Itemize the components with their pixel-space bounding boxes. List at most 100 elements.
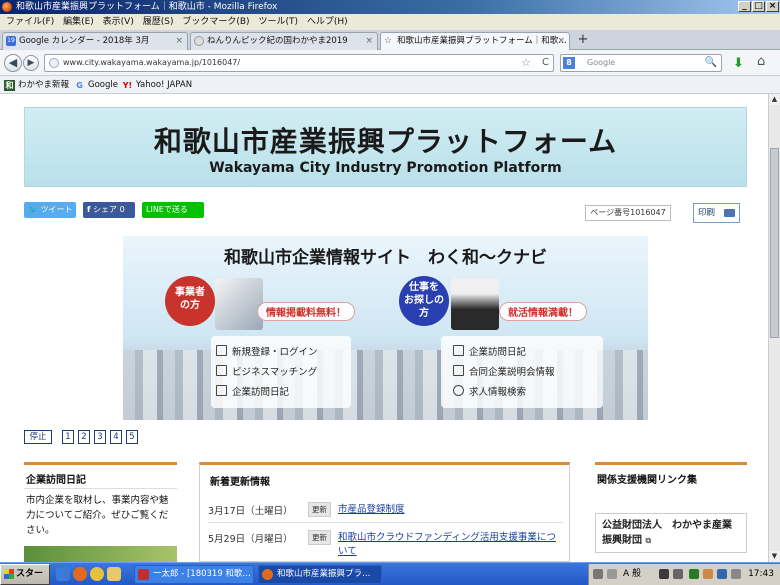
close-tab-icon[interactable]: ×	[175, 33, 183, 49]
news-link[interactable]: 和歌山市クラウドファンディング活用支援事業について	[338, 531, 563, 559]
firefox-task-icon	[262, 569, 273, 580]
site-header-banner[interactable]: 和歌山市産業振興プラットフォーム Wakayama City Industry …	[24, 107, 747, 187]
reload-icon[interactable]: C	[542, 55, 549, 71]
hero-link-diary-left[interactable]: 企業訪問日記	[216, 384, 289, 398]
menu-edit[interactable]: 編集(E)	[63, 17, 94, 27]
new-tab-button[interactable]: +	[574, 33, 592, 49]
window-titlebar: 和歌山市産業振興プラットフォーム｜和歌山市 - Mozilla Firefox …	[0, 0, 780, 14]
tray-app-icon[interactable]	[673, 569, 683, 579]
page-scrollbar[interactable]: ▲ ▼	[768, 94, 780, 562]
hero-slider[interactable]: 和歌山市企業情報サイト わく和～クナビ 事業者 の方 情報掲載料無料！ 新規登録…	[123, 236, 648, 420]
scroll-down-icon[interactable]: ▼	[769, 551, 780, 562]
bookmark-star-icon[interactable]: ☆	[521, 55, 531, 71]
bookmark-yahoo[interactable]: Y! Yahoo! JAPAN	[122, 76, 192, 94]
tweet-button[interactable]: 🐦 ツイート	[24, 202, 76, 218]
keyboard-icon[interactable]	[593, 569, 603, 579]
taskbar-ichitaro[interactable]: 一太郎 - [180319 和歌…	[134, 565, 254, 584]
news-link[interactable]: 市産品登録制度	[338, 503, 563, 517]
ime-mode[interactable]: A 般	[623, 564, 641, 585]
menu-file[interactable]: ファイル(F)	[6, 17, 54, 27]
visit-diary-image[interactable]	[24, 546, 177, 562]
printer-icon	[724, 209, 735, 217]
hero-link-job-search[interactable]: 求人情報検索	[453, 384, 526, 398]
slider-stop-button[interactable]: 停止	[24, 430, 52, 444]
bookmark-label: わかやま新報	[18, 80, 70, 90]
update-badge: 更新	[308, 530, 331, 545]
slider-page-2[interactable]: 2	[78, 430, 90, 444]
scroll-up-icon[interactable]: ▲	[769, 94, 780, 105]
window-title: 和歌山市産業振興プラットフォーム｜和歌山市 - Mozilla Firefox	[16, 2, 278, 12]
yahoo-icon: Y!	[122, 81, 133, 90]
news-date: 5月29日（月曜日）	[208, 534, 293, 545]
search-box[interactable]: 8 Google 🔍	[560, 54, 722, 72]
start-button[interactable]: スタート	[0, 564, 50, 585]
download-icon[interactable]: ⬇	[733, 56, 744, 71]
chrome-icon[interactable]	[90, 567, 104, 581]
support-org-link[interactable]: 公益財団法人 わかやま産業振興財団 ⧉	[595, 513, 747, 553]
line-share-button[interactable]: LINEで送る	[142, 202, 204, 218]
tab-label: Google カレンダー - 2018年 3月	[19, 36, 150, 46]
slider-page-1[interactable]: 1	[62, 430, 74, 444]
org-label: 公益財団法人 わかやま産業振興財団	[602, 520, 732, 546]
slider-page-5[interactable]: 5	[126, 430, 138, 444]
handshake-photo	[215, 278, 263, 330]
bookmark-google[interactable]: G Google	[74, 76, 118, 94]
scroll-thumb[interactable]	[770, 148, 779, 338]
globe-icon	[49, 58, 59, 68]
tab-label: ねんりんピック紀の国わかやま2019	[207, 36, 348, 46]
close-tab-icon[interactable]: ×	[557, 33, 565, 49]
link-label: 企業訪問日記	[469, 347, 527, 358]
tray-app-icon[interactable]	[703, 569, 713, 579]
jobseeker-circle: 仕事を お探しの 方	[399, 276, 449, 326]
notebook-icon	[216, 385, 227, 396]
tray-app-icon[interactable]	[659, 569, 669, 579]
ie-icon[interactable]	[56, 567, 70, 581]
slider-page-3[interactable]: 3	[94, 430, 106, 444]
news-box: 新着更新情報 3月17日（土曜日） 更新 市産品登録制度 5月29日（月曜日） …	[199, 462, 570, 562]
facebook-share-button[interactable]: f シェア 0	[83, 202, 135, 218]
maximize-button[interactable]: □	[752, 1, 765, 12]
folder-icon[interactable]	[107, 567, 121, 581]
volume-icon[interactable]	[731, 569, 741, 579]
minimize-button[interactable]: _	[738, 1, 751, 12]
menu-view[interactable]: 表示(V)	[103, 17, 134, 27]
menu-history[interactable]: 履歴(S)	[143, 17, 174, 27]
hero-link-briefing[interactable]: 合同企業説明会情報	[453, 364, 555, 378]
menu-bookmarks[interactable]: ブックマーク(B)	[182, 17, 249, 27]
tab-wakayama-platform[interactable]: ☆ 和歌山市産業振興プラットフォーム｜和歌… ×	[380, 32, 570, 51]
page-number: ページ番号1016047	[585, 205, 671, 221]
google-icon: G	[76, 81, 83, 90]
network-icon[interactable]	[717, 569, 727, 579]
clock: 17:43	[748, 569, 774, 579]
chart-icon	[216, 365, 227, 376]
home-icon[interactable]: ⌂	[757, 54, 765, 69]
hero-link-register[interactable]: 新規登録・ログイン	[216, 344, 318, 358]
print-button[interactable]: 印刷	[693, 203, 740, 223]
ime-icon[interactable]	[607, 569, 617, 579]
tab-google-calendar[interactable]: 19 Google カレンダー - 2018年 3月 ×	[2, 32, 188, 50]
menu-help[interactable]: ヘルプ(H)	[307, 17, 348, 27]
google-search-engine-icon[interactable]: 8	[563, 57, 575, 69]
address-bar[interactable]: www.city.wakayama.wakayama.jp/1016047/ ☆…	[44, 54, 554, 72]
close-window-button[interactable]: ×	[766, 1, 779, 12]
visit-diary-title[interactable]: 企業訪問日記	[24, 465, 177, 489]
bookmarks-toolbar: 和 わかやま新報 G Google Y! Yahoo! JAPAN	[0, 76, 780, 94]
news-item: 5月29日（月曜日） 更新 和歌山市クラウドファンディング活用支援事業について	[208, 530, 563, 561]
search-icon[interactable]: 🔍	[705, 55, 717, 71]
hero-link-diary-right[interactable]: 企業訪問日記	[453, 344, 526, 358]
tab-label: 和歌山市産業振興プラットフォーム｜和歌…	[397, 36, 567, 46]
taskbar-firefox[interactable]: 和歌山市産業振興プラ…	[258, 565, 382, 584]
firefox-quicklaunch-icon[interactable]	[73, 567, 87, 581]
site-title: 和歌山市産業振興プラットフォーム	[153, 125, 618, 158]
hero-link-matching[interactable]: ビジネスマッチング	[216, 364, 317, 378]
back-button[interactable]: ◀	[4, 54, 22, 72]
slider-page-4[interactable]: 4	[110, 430, 122, 444]
calendar-icon: 19	[6, 36, 16, 46]
tray-app-icon[interactable]	[689, 569, 699, 579]
tab-nenrinpic[interactable]: ねんりんピック紀の国わかやま2019 ×	[190, 32, 378, 50]
menu-tools[interactable]: ツール(T)	[258, 17, 298, 27]
bookmark-wakayama-shinpo[interactable]: 和 わかやま新報	[4, 76, 69, 94]
close-tab-icon[interactable]: ×	[365, 33, 373, 49]
support-links-box: 関係支援機関リンク集 公益財団法人 わかやま産業振興財団 ⧉	[595, 462, 747, 562]
forward-button[interactable]: ▶	[23, 55, 39, 71]
